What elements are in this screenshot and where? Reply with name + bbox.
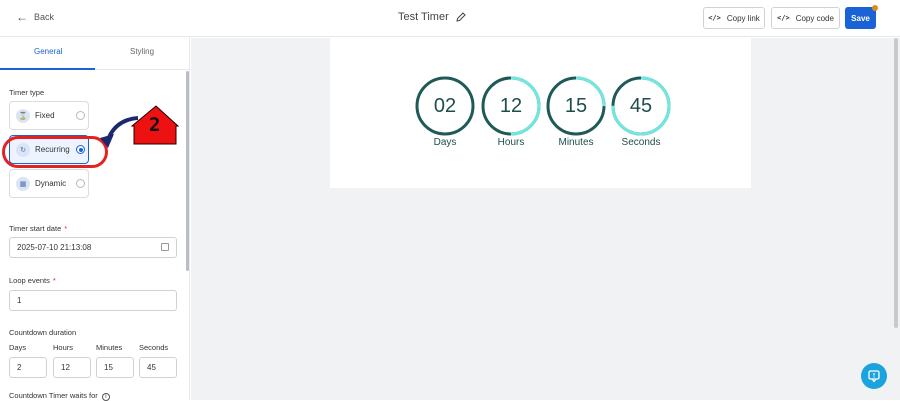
top-bar: ← Back Test Timer </> Copy link </> Copy… (0, 0, 900, 37)
option-label: Dynamic (35, 179, 67, 188)
label-text: Timer start date (9, 224, 62, 233)
ring-value-seconds: 45 (629, 95, 653, 117)
timer-type-fixed[interactable]: ⌛ Fixed (9, 101, 89, 130)
active-tab-indicator (0, 68, 95, 70)
save-button[interactable]: Save (845, 7, 876, 29)
code-icon: </> (777, 14, 790, 22)
days-label: Days (9, 343, 27, 352)
timer-start-date-input[interactable]: 2025-07-10 21:13:08 (9, 237, 177, 258)
annotation-arrow-icon (100, 105, 180, 148)
radio-fixed[interactable] (76, 111, 85, 120)
seconds-input[interactable]: 45 (139, 357, 177, 378)
panel-scrollbar[interactable] (186, 71, 189, 271)
loop-events-input[interactable]: 1 (9, 290, 177, 311)
ring-label-hours: Hours (497, 137, 525, 148)
chat-support-button[interactable] (861, 363, 887, 389)
copy-link-button[interactable]: </> Copy link (703, 7, 765, 29)
tab-styling[interactable]: Styling (130, 47, 154, 56)
required-mark: * (52, 276, 56, 285)
copy-link-label: Copy link (726, 13, 760, 23)
calendar-clock-icon: ▦ (16, 177, 30, 191)
tab-general[interactable]: General (34, 47, 62, 56)
label-text: Countdown Timer waits for (9, 391, 98, 400)
timer-start-date-label: Timer start date * (9, 224, 67, 233)
pencil-icon[interactable] (455, 11, 467, 23)
radio-dynamic[interactable] (76, 179, 85, 188)
notification-dot (872, 5, 878, 11)
copy-code-label: Copy code (795, 13, 834, 23)
ring-label-minutes: Minutes (558, 137, 594, 148)
calendar-icon[interactable] (161, 243, 169, 251)
back-button[interactable]: ← Back (16, 9, 55, 24)
loop-events-label: Loop events * (9, 276, 56, 285)
back-label: Back (34, 12, 55, 22)
seconds-label: Seconds (139, 343, 169, 352)
days-input[interactable]: 2 (9, 357, 47, 378)
page-title: Test Timer (398, 11, 467, 23)
ring-label-seconds: Seconds (621, 137, 661, 148)
copy-code-button[interactable]: </> Copy code (771, 7, 840, 29)
ring-value-minutes: 15 (564, 95, 588, 117)
arrow-left-icon: ← (16, 9, 28, 24)
minutes-input[interactable]: 15 (96, 357, 134, 378)
timer-type-dynamic[interactable]: ▦ Dynamic (9, 169, 89, 198)
countdown-duration-label: Countdown duration (9, 328, 77, 337)
code-icon: </> (708, 14, 721, 22)
option-label: Fixed (35, 111, 55, 120)
date-value: 2025-07-10 21:13:08 (17, 243, 92, 252)
ring-label-days: Days (433, 137, 457, 148)
hours-label: Hours (53, 343, 74, 352)
preview-scrollbar[interactable] (894, 38, 898, 328)
ring-value-hours: 12 (499, 95, 523, 117)
timer-type-label: Timer type (9, 88, 45, 97)
label-text: Loop events (9, 276, 50, 285)
ring-value-days: 02 (433, 95, 457, 117)
minutes-label: Minutes (96, 343, 123, 352)
annotation-highlight (2, 136, 108, 168)
timer-title: Test Timer (398, 11, 449, 23)
panel-tabs: General Styling (0, 37, 190, 70)
chat-icon (868, 370, 880, 383)
hours-input[interactable]: 12 (53, 357, 91, 378)
hourglass-icon: ⌛ (16, 109, 30, 123)
annotation-step-number: 2 (149, 114, 161, 136)
required-mark: * (64, 224, 68, 233)
